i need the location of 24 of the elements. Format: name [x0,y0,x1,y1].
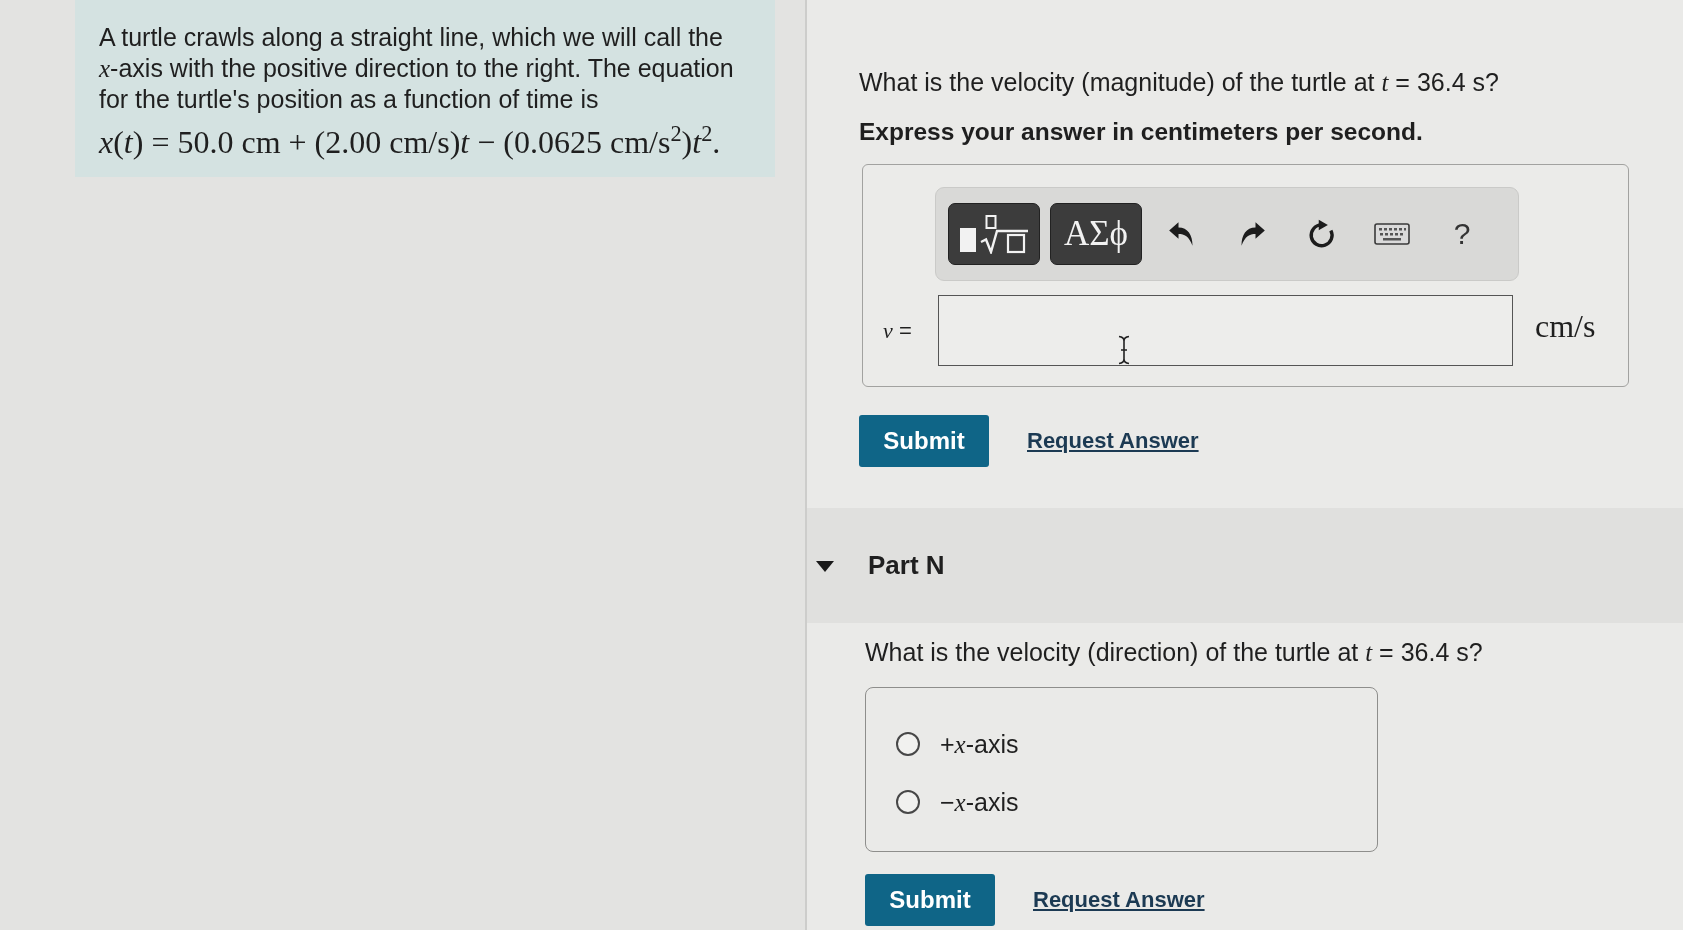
choice-label: −x-axis [940,787,1019,817]
problem-text: A turtle crawls along a straight line, which we will call the x-axis with the positive direction to the right. The equation for the turtle's position as a function of time is [99,22,735,115]
variable-label: v = [882,317,913,344]
part-title: Part N [868,550,945,581]
help-button[interactable]: ? [1432,203,1492,265]
submit-button[interactable]: Submit [859,415,989,467]
text-cursor-icon [1117,335,1131,365]
template-button[interactable] [948,203,1040,265]
radio-button[interactable] [896,732,920,756]
radio-button[interactable] [896,790,920,814]
keyboard-icon [1374,223,1410,245]
question-text: What is the velocity (magnitude) of the turtle at t = 36.4 s? [859,67,1500,98]
question-text: What is the velocity (direction) of the turtle at t = 36.4 s? [865,637,1484,668]
symbols-button[interactable]: ΑΣϕ [1050,203,1142,265]
choice-label: +x-axis [940,729,1019,759]
instruction-text: Express your answer in centimeters per second. [859,117,1424,147]
math-template-icon [958,214,1030,254]
request-answer-link[interactable]: Request Answer [1027,428,1199,454]
unit-label: cm/s [1535,308,1596,345]
circular-arrow-icon [1308,219,1336,249]
answer-input[interactable] [938,295,1513,366]
submit-button[interactable]: Submit [865,874,995,926]
equation-text: x(t) = 50.0 cm + (2.00 cm/s)t − (0.0625 cm/s$^{2}$)t$^{2}$. [99,120,722,161]
request-answer-link[interactable]: Request Answer [1033,887,1205,913]
